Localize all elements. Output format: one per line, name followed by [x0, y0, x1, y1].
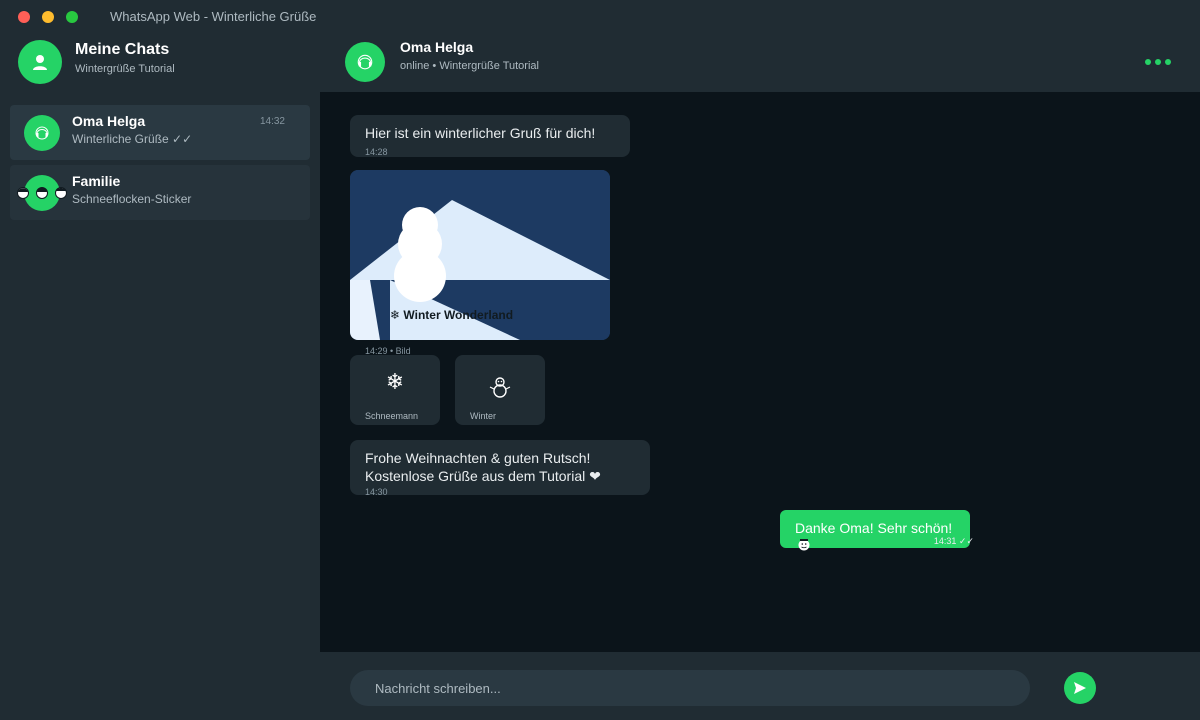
window-title: WhatsApp Web - Winterliche Grüße — [110, 9, 317, 24]
sidebar: Meine Chats Wintergrüße Tutorial Oma Hel… — [0, 34, 320, 720]
more-dots-icon[interactable] — [1145, 56, 1175, 68]
sidebar-header: Meine Chats Wintergrüße Tutorial — [0, 34, 320, 94]
message-input[interactable] — [350, 670, 1030, 706]
chat-preview: Schneeflocken-Sticker — [72, 192, 192, 206]
maximize-window-button[interactable] — [66, 11, 78, 23]
sticker-schneemann[interactable]: ❄ Schneemann — [350, 355, 440, 425]
composer-bar — [320, 652, 1200, 720]
message-time: 14:31 ✓✓ — [933, 536, 974, 546]
chat-name: Familie — [72, 173, 121, 189]
message-line: Frohe Weihnachten & guten Rutsch! — [365, 450, 591, 466]
message-body: Danke Oma! Sehr schön! — [795, 520, 953, 536]
chat-avatar — [24, 115, 60, 151]
chat-time: 14:32 — [259, 116, 285, 127]
chat-preview: Winterliche Grüße ✓✓ — [72, 132, 193, 146]
contact-status: online • Wintergrüße Tutorial — [400, 60, 539, 72]
headphones-icon — [357, 54, 373, 70]
chat-item-familie[interactable]: Familie Schneeflocken-Sticker — [10, 165, 310, 220]
minimize-window-button[interactable] — [42, 11, 54, 23]
family-faces-icon — [17, 187, 67, 199]
sticker-winter[interactable]: Winter — [455, 355, 545, 425]
message-text: Hier ist ein winterlicher Gruß für dich! — [365, 125, 596, 141]
chat-header: Oma Helga online • Wintergrüße Tutorial — [320, 34, 1200, 92]
image-caption: ❄ Winter Wonderland — [390, 308, 514, 322]
chat-name: Oma Helga — [72, 113, 146, 129]
incoming-message: Hier ist ein winterlicher Gruß für dich!… — [350, 115, 630, 157]
image-message[interactable]: ❄ Winter Wonderland — [350, 170, 610, 340]
headphones-icon — [35, 126, 49, 140]
contact-avatar[interactable] — [345, 42, 385, 82]
user-icon — [33, 55, 47, 70]
title-bar: WhatsApp Web - Winterliche Grüße — [0, 0, 1200, 34]
sidebar-title: Meine Chats — [75, 41, 170, 58]
close-window-button[interactable] — [18, 11, 30, 23]
message-time: 14:30 — [365, 487, 388, 497]
message-line: Kostenlose Grüße aus dem Tutorial ❤ — [365, 468, 601, 484]
snowman-icon — [489, 377, 511, 398]
sticker-label: Winter — [470, 411, 497, 421]
sticker-label: Schneemann — [365, 411, 419, 421]
message-list: Hier ist ein winterlicher Gruß für dich!… — [320, 92, 1200, 652]
snowman-emoji-icon — [798, 539, 810, 551]
profile-avatar[interactable] — [18, 40, 62, 84]
incoming-message: Frohe Weihnachten & guten Rutsch! Kosten… — [350, 440, 650, 497]
message-text: Frohe Weihnachten & guten Rutsch! Kosten… — [365, 449, 601, 485]
send-button[interactable] — [1064, 672, 1096, 704]
sidebar-subtitle: Wintergrüße Tutorial — [75, 63, 175, 75]
chat-item-oma-helga[interactable]: Oma Helga Winterliche Grüße ✓✓ 14:32 — [10, 105, 310, 160]
send-icon — [1074, 682, 1086, 694]
outgoing-message: Danke Oma! Sehr schön! 14:31 ✓✓ — [780, 510, 974, 551]
snowflake-icon: ❄ — [385, 369, 405, 394]
contact-name: Oma Helga — [400, 39, 474, 55]
message-time: 14:28 — [365, 147, 388, 157]
